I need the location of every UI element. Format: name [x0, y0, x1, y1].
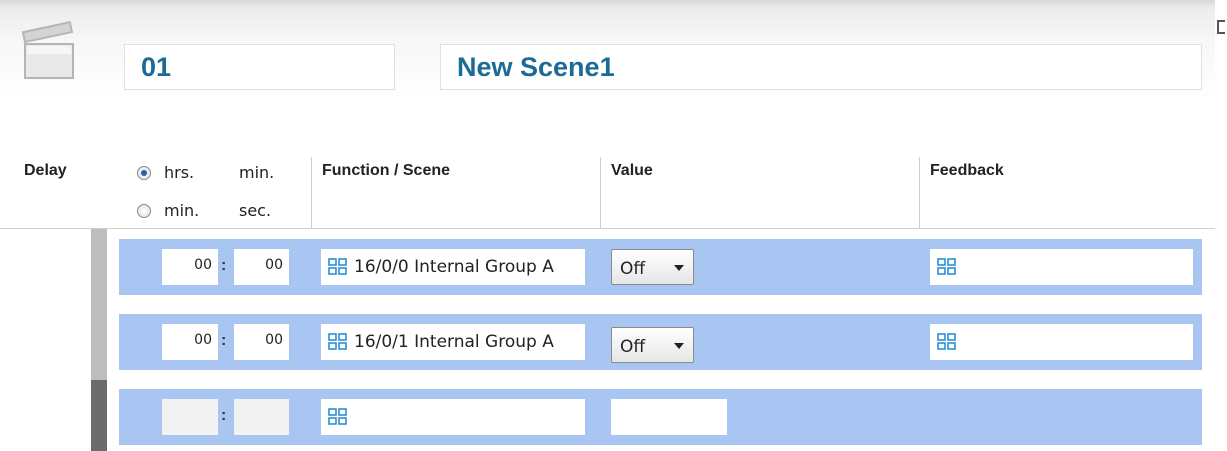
scrollbar-thumb[interactable]: [91, 380, 107, 451]
time-separator: :: [221, 407, 227, 424]
delay-minutes-field[interactable]: 00: [234, 324, 289, 360]
delay-hours-field[interactable]: 00: [162, 324, 218, 360]
delay-mode-min-sec-radio[interactable]: [137, 204, 151, 218]
scene-name-field[interactable]: New Scene1: [440, 44, 1202, 90]
feedback-field[interactable]: [930, 324, 1193, 360]
delay-minutes-field[interactable]: [234, 399, 289, 435]
delay-hours-field[interactable]: 00: [162, 249, 218, 285]
group-address-icon: [937, 258, 956, 275]
delay-minutes-value: 00: [265, 332, 283, 348]
function-field[interactable]: 16/0/0 Internal Group A: [321, 249, 585, 285]
column-divider: [600, 157, 601, 229]
delay-minutes-value: 00: [265, 257, 283, 273]
table-row: 00 : 00 16/0/0 Internal Group A Off: [119, 239, 1202, 295]
delay-minutes-field[interactable]: 00: [234, 249, 289, 285]
chevron-down-icon: [674, 343, 684, 349]
function-field[interactable]: 16/0/1 Internal Group A: [321, 324, 585, 360]
delay-mode-hrs-label: hrs.: [164, 163, 195, 182]
feedback-field[interactable]: [930, 249, 1193, 285]
clapperboard-icon: [22, 21, 74, 79]
delay-mode-min-label: min.: [239, 163, 275, 182]
delay-mode-min-label-2: min.: [164, 201, 200, 220]
delay-column-header: Delay: [24, 162, 67, 179]
window-restore-icon[interactable]: [1217, 20, 1225, 34]
group-address-icon: [328, 333, 347, 350]
value-field[interactable]: [611, 399, 727, 435]
column-divider: [919, 157, 920, 229]
column-divider: [311, 157, 312, 229]
delay-mode-sec-label: sec.: [239, 201, 272, 220]
feedback-column-header: Feedback: [930, 162, 1004, 179]
group-address-icon: [328, 408, 347, 425]
header-divider: [0, 228, 1215, 229]
group-address-icon: [937, 333, 956, 350]
group-address-icon: [328, 258, 347, 275]
function-address-label: 16/0/0 Internal Group A: [354, 257, 554, 277]
delay-mode-hrs-min-radio[interactable]: [137, 166, 151, 180]
time-separator: :: [221, 332, 227, 349]
delay-hours-value: 00: [194, 332, 212, 348]
delay-hours-field[interactable]: [162, 399, 218, 435]
table-row: 00 : 00 16/0/1 Internal Group A Off: [119, 314, 1202, 370]
function-field[interactable]: [321, 399, 585, 435]
scene-number-field[interactable]: 01: [124, 44, 395, 90]
value-dropdown[interactable]: Off: [611, 327, 694, 363]
value-column-header: Value: [611, 162, 653, 179]
time-separator: :: [221, 257, 227, 274]
value-selected: Off: [620, 259, 646, 279]
function-scene-column-header: Function / Scene: [322, 162, 451, 179]
chevron-down-icon: [674, 265, 684, 271]
value-selected: Off: [620, 337, 646, 357]
table-row: :: [119, 389, 1202, 445]
function-address-label: 16/0/1 Internal Group A: [354, 332, 554, 352]
delay-hours-value: 00: [194, 257, 212, 273]
value-dropdown[interactable]: Off: [611, 249, 694, 285]
